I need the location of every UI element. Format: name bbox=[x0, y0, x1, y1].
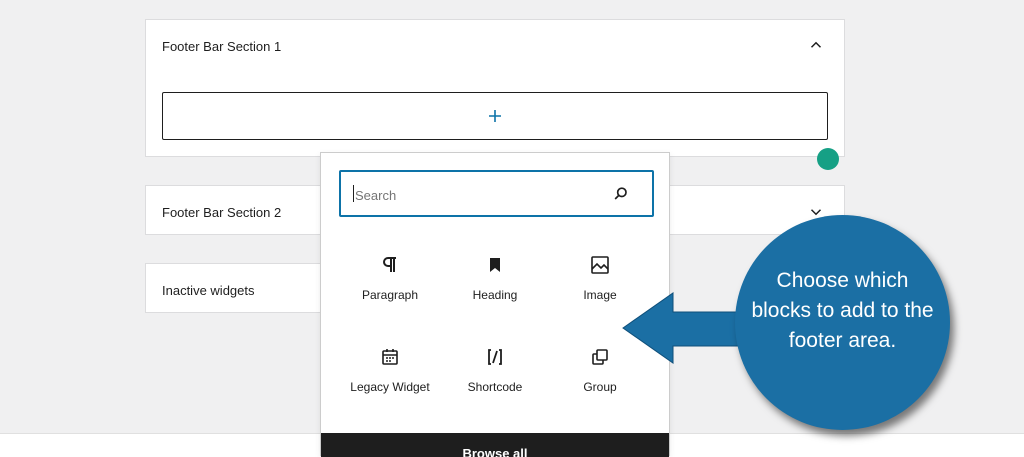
text-caret bbox=[353, 185, 354, 202]
block-search-input[interactable] bbox=[353, 184, 607, 206]
block-label: Paragraph bbox=[361, 288, 419, 302]
browse-all-button[interactable]: Browse all bbox=[321, 433, 669, 457]
plus-icon bbox=[489, 110, 501, 122]
callout-text: Choose which blocks to add to the footer… bbox=[751, 268, 934, 352]
footer-bar-section-1-panel: Footer Bar Section 1 bbox=[145, 19, 845, 157]
block-label: Shortcode bbox=[467, 380, 523, 394]
image-icon bbox=[591, 256, 609, 274]
chevron-up-icon[interactable] bbox=[807, 36, 825, 54]
block-label: Legacy Widget bbox=[350, 380, 430, 394]
block-legacy-widget[interactable]: Legacy Widget bbox=[335, 345, 445, 425]
section-2-title[interactable]: Footer Bar Section 2 bbox=[162, 205, 281, 220]
shortcode-icon bbox=[488, 349, 502, 365]
block-label: Heading bbox=[472, 288, 518, 302]
section-1-title[interactable]: Footer Bar Section 1 bbox=[162, 39, 281, 54]
bookmark-icon bbox=[490, 258, 500, 272]
block-label: Group bbox=[583, 380, 617, 394]
grammarly-badge[interactable] bbox=[817, 148, 839, 170]
group-icon bbox=[592, 349, 608, 365]
block-heading[interactable]: Heading bbox=[440, 253, 550, 333]
callout-bubble: Choose which blocks to add to the footer… bbox=[735, 215, 950, 430]
search-icon[interactable] bbox=[611, 184, 631, 204]
block-shortcode[interactable]: Shortcode bbox=[440, 345, 550, 425]
inactive-widgets-title[interactable]: Inactive widgets bbox=[162, 283, 255, 298]
block-search-box[interactable] bbox=[339, 170, 654, 217]
paragraph-icon bbox=[383, 257, 396, 272]
add-block-button[interactable] bbox=[162, 92, 828, 140]
calendar-icon bbox=[382, 349, 398, 365]
block-paragraph[interactable]: Paragraph bbox=[335, 253, 445, 333]
